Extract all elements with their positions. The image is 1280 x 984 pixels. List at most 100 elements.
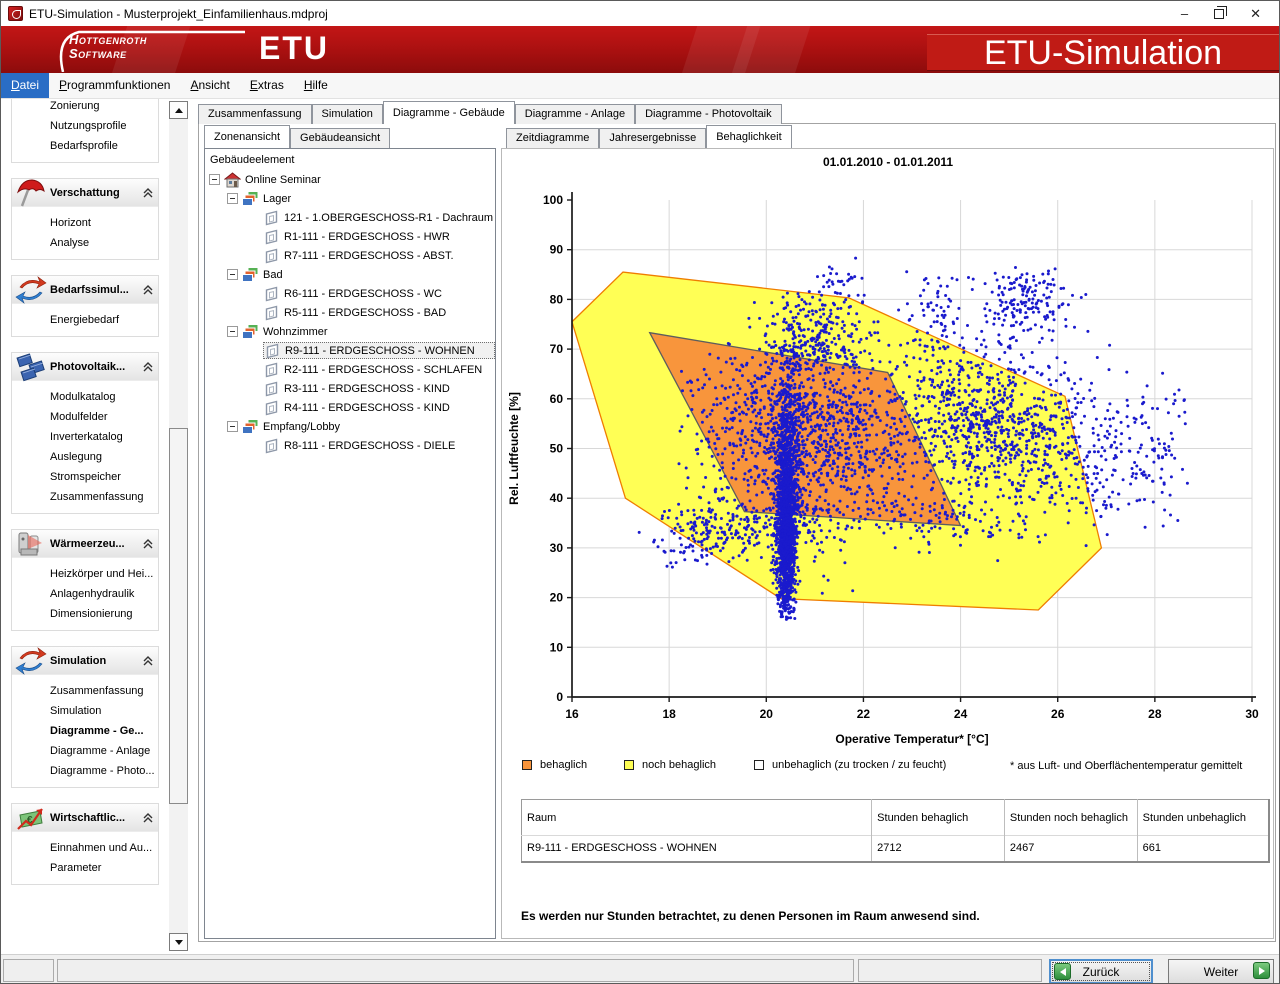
view-tab-strip: ZonenansichtGebäudeansicht <box>204 127 390 148</box>
zone-layers-icon <box>242 419 259 435</box>
sidebar-item-auslegung[interactable]: Auslegung <box>12 447 158 467</box>
tree-row[interactable]: R3-111 - ERDGESCHOSS - KIND <box>205 379 495 398</box>
sidebar-item-bedarfsprofile[interactable]: Bedarfsprofile <box>12 136 158 156</box>
sidebar-item-einnahmen-und-au-[interactable]: Einnahmen und Au... <box>12 838 158 858</box>
menu-item-extras[interactable]: Extras <box>240 73 294 98</box>
tab-zusammenfassung[interactable]: Zusammenfassung <box>198 104 312 124</box>
tree-collapse-icon[interactable] <box>227 269 238 280</box>
tree-collapse-icon[interactable] <box>227 193 238 204</box>
tab-behaglichkeit[interactable]: Behaglichkeit <box>706 125 791 148</box>
tab-gebäudeansicht[interactable]: Gebäudeansicht <box>290 128 390 148</box>
chevron-double-up-icon[interactable] <box>142 812 154 827</box>
sidebar-item-modulkatalog[interactable]: Modulkatalog <box>12 387 158 407</box>
chevron-double-up-icon[interactable] <box>142 361 154 376</box>
tree-collapse-icon[interactable] <box>227 326 238 337</box>
sidebar-item-diagramme-anlage[interactable]: Diagramme - Anlage <box>12 741 158 761</box>
menu-item-hilfe[interactable]: Hilfe <box>294 73 338 98</box>
status-bar: Zurück Weiter <box>1 954 1279 983</box>
tree-row[interactable]: Empfang/Lobby <box>205 417 495 436</box>
sidebar-item-energiebedarf[interactable]: Energiebedarf <box>12 310 158 330</box>
building-tree: Online Seminar Lager121 - 1.OBERGESCHOSS-… <box>205 170 495 455</box>
sidebar-item-simulation[interactable]: Simulation <box>12 701 158 721</box>
x-tick-label: 18 <box>662 707 676 721</box>
status-panel <box>57 959 854 982</box>
legend-checkbox-unbehaglich[interactable] <box>754 760 764 770</box>
sidebar-item-nutzungsprofile[interactable]: Nutzungsprofile <box>12 116 158 136</box>
tree-row[interactable]: R2-111 - ERDGESCHOSS - SCHLAFEN <box>205 360 495 379</box>
sidebar-item-zonierung[interactable]: Zonierung <box>12 99 158 116</box>
tree-collapse-icon[interactable] <box>227 421 238 432</box>
minimize-icon[interactable]: – <box>1181 7 1188 20</box>
sidebar-item-anlagenhydraulik[interactable]: Anlagenhydraulik <box>12 584 158 604</box>
tree-row[interactable]: R4-111 - ERDGESCHOSS - KIND <box>205 398 495 417</box>
restore-icon[interactable] <box>1214 9 1224 19</box>
room-icon <box>263 438 280 454</box>
tab-simulation[interactable]: Simulation <box>312 104 383 124</box>
sidebar-item-analyse[interactable]: Analyse <box>12 233 158 253</box>
sidebar-item-parameter[interactable]: Parameter <box>12 858 158 878</box>
sidebar-group-wirtschaftlic-: €Wirtschaftlic... Einnahmen und Au...Para… <box>11 803 159 885</box>
sidebar-scrollbar[interactable] <box>169 101 188 951</box>
tree-row[interactable]: Online Seminar <box>205 170 495 189</box>
sidebar-item-horizont[interactable]: Horizont <box>12 213 158 233</box>
chart-legend: behaglich noch behaglich unbehaglich (zu… <box>502 759 1274 777</box>
column-header: Stunden noch behaglich <box>1004 800 1137 836</box>
sidebar-group-header[interactable]: Simulation <box>12 647 158 675</box>
results-table: Raum Stunden behaglich Stunden noch beha… <box>521 799 1270 863</box>
tree-row[interactable]: 121 - 1.OBERGESCHOSS-R1 - Dachraum <box>205 208 495 227</box>
cell-stunden-noch-behaglich: 2467 <box>1004 836 1137 862</box>
legend-checkbox-behaglich[interactable] <box>522 760 532 770</box>
tree-row[interactable]: R8-111 - ERDGESCHOSS - DIELE <box>205 436 495 455</box>
tab-diagramme-gebäude[interactable]: Diagramme - Gebäude <box>383 101 515 124</box>
tree-row[interactable]: R5-111 - ERDGESCHOSS - BAD <box>205 303 495 322</box>
menu-item-programmfunktionen[interactable]: Programmfunktionen <box>49 73 180 98</box>
banner-title-box: ETU-Simulation <box>927 34 1279 71</box>
menu-item-ansicht[interactable]: Ansicht <box>180 73 239 98</box>
sidebar-group-label: Bedarfssimul... <box>50 284 129 296</box>
sidebar-item-zusammenfassung[interactable]: Zusammenfassung <box>12 487 158 507</box>
chevron-double-up-icon[interactable] <box>142 284 154 299</box>
sidebar-group-header[interactable]: Photovoltaik... <box>12 353 158 381</box>
cell-stunden-unbehaglich: 661 <box>1137 836 1269 862</box>
tab-diagramme-photovoltaik[interactable]: Diagramme - Photovoltaik <box>635 104 782 124</box>
sidebar-item-heizkörper-und-hei-[interactable]: Heizkörper und Hei... <box>12 564 158 584</box>
sidebar-group-header[interactable]: Bedarfssimul... <box>12 276 158 304</box>
legend-checkbox-noch-behaglich[interactable] <box>624 760 634 770</box>
sidebar-item-diagramme-photo-[interactable]: Diagramme - Photo... <box>12 761 158 781</box>
tree-row[interactable]: Wohnzimmer <box>205 322 495 341</box>
tree-row[interactable]: R6-111 - ERDGESCHOSS - WC <box>205 284 495 303</box>
tab-diagramme-anlage[interactable]: Diagramme - Anlage <box>515 104 635 124</box>
chevron-double-up-icon[interactable] <box>142 187 154 202</box>
sidebar-group-header[interactable]: Wärmeerzeu... <box>12 530 158 558</box>
sidebar-item-modulfelder[interactable]: Modulfelder <box>12 407 158 427</box>
room-icon <box>263 381 280 397</box>
chevron-double-up-icon[interactable] <box>142 538 154 553</box>
tree-collapse-icon[interactable] <box>209 174 220 185</box>
sidebar-item-zusammenfassung[interactable]: Zusammenfassung <box>12 681 158 701</box>
close-icon[interactable]: ✕ <box>1250 7 1261 20</box>
sidebar-item-stromspeicher[interactable]: Stromspeicher <box>12 467 158 487</box>
tree-item-label: R1-111 - ERDGESCHOSS - HWR <box>284 231 450 243</box>
scrollbar-thumb[interactable] <box>169 428 188 804</box>
sidebar-item-inverterkatalog[interactable]: Inverterkatalog <box>12 427 158 447</box>
back-button[interactable]: Zurück <box>1049 959 1153 984</box>
tree-row[interactable]: R9-111 - ERDGESCHOSS - WOHNEN <box>205 341 495 360</box>
sidebar-item-dimensionierung[interactable]: Dimensionierung <box>12 604 158 624</box>
sidebar-group-header[interactable]: €Wirtschaftlic... <box>12 804 158 832</box>
tree-row[interactable]: R7-111 - ERDGESCHOSS - ABST. <box>205 246 495 265</box>
scroll-down-icon[interactable] <box>169 933 188 951</box>
scroll-up-icon[interactable] <box>169 101 188 119</box>
chevron-double-up-icon[interactable] <box>142 655 154 670</box>
tree-row[interactable]: Lager <box>205 189 495 208</box>
menu-item-datei[interactable]: Datei <box>1 73 49 98</box>
room-icon <box>263 362 280 378</box>
next-button[interactable]: Weiter <box>1168 959 1274 984</box>
sidebar-group-header[interactable]: Verschattung <box>12 179 158 207</box>
tab-jahresergebnisse[interactable]: Jahresergebnisse <box>599 128 706 148</box>
sidebar-item-diagramme-ge-[interactable]: Diagramme - Ge... <box>12 721 158 741</box>
tab-zeitdiagramme[interactable]: Zeitdiagramme <box>506 128 599 148</box>
tree-item-label: Online Seminar <box>245 174 321 186</box>
tree-row[interactable]: Bad <box>205 265 495 284</box>
tab-zonenansicht[interactable]: Zonenansicht <box>204 125 290 148</box>
tree-row[interactable]: R1-111 - ERDGESCHOSS - HWR <box>205 227 495 246</box>
